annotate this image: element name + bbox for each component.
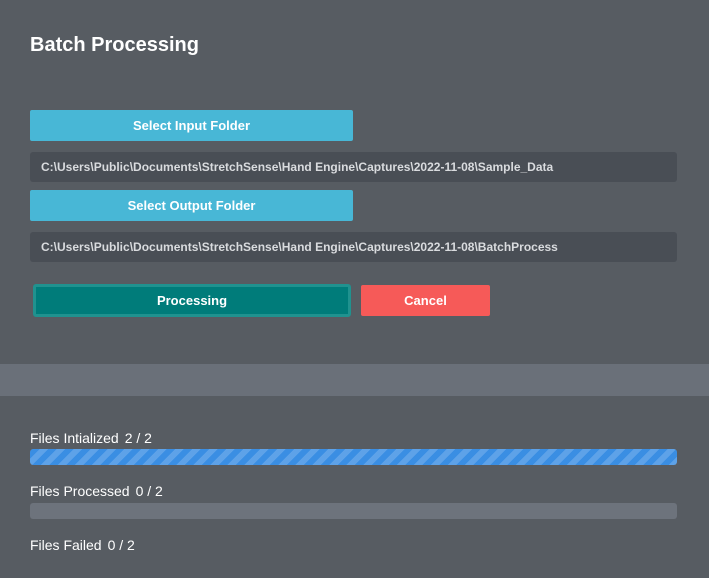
files-failed-status: Files Failed 0 / 2 (30, 537, 135, 553)
batch-processing-panel: Batch Processing Select Input Folder C:\… (0, 0, 709, 364)
files-processed-status: Files Processed 0 / 2 (30, 483, 163, 499)
output-folder-path: C:\Users\Public\Documents\StretchSense\H… (30, 232, 677, 262)
files-processed-count: 0 / 2 (135, 483, 163, 499)
files-initialized-label: Files Intialized (30, 430, 119, 446)
files-processed-label: Files Processed (30, 483, 130, 499)
files-failed-count: 0 / 2 (107, 537, 135, 553)
section-divider (0, 364, 709, 396)
files-initialized-progress-fill (30, 449, 677, 465)
cancel-button[interactable]: Cancel (361, 285, 490, 316)
files-processed-progress-bar (30, 503, 677, 519)
files-initialized-status: Files Intialized 2 / 2 (30, 430, 152, 446)
files-initialized-progress-bar (30, 449, 677, 465)
processing-button[interactable]: Processing (33, 284, 351, 317)
files-initialized-count: 2 / 2 (124, 430, 152, 446)
files-failed-label: Files Failed (30, 537, 102, 553)
page-title: Batch Processing (30, 34, 199, 56)
select-input-folder-button[interactable]: Select Input Folder (30, 110, 353, 141)
input-folder-path: C:\Users\Public\Documents\StretchSense\H… (30, 152, 677, 182)
select-output-folder-button[interactable]: Select Output Folder (30, 190, 353, 221)
